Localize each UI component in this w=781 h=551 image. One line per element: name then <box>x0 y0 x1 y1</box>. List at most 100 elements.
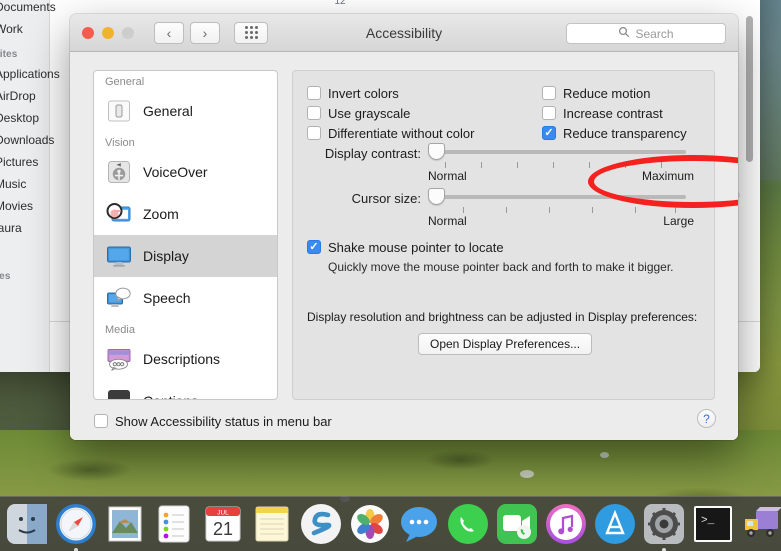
finder-sidebar-label: Applications <box>0 67 60 81</box>
checkbox-label: Reduce transparency <box>563 125 687 141</box>
slider-track[interactable] <box>436 195 686 199</box>
finder-sidebar-label: Pictures <box>0 155 39 169</box>
zoom-button[interactable] <box>122 26 134 39</box>
dock-item-messages[interactable] <box>398 503 440 545</box>
dock-item-facetime[interactable] <box>496 503 538 545</box>
window-bottom-bar: Show Accessibility status in menu bar ? <box>70 402 738 440</box>
dock[interactable]: JUL 21 >_ <box>0 496 781 551</box>
dock-item-safari[interactable] <box>55 503 97 551</box>
window-titlebar[interactable]: ‹ › Accessibility Search <box>70 14 738 52</box>
checkbox-box[interactable] <box>94 414 108 428</box>
open-display-preferences-button[interactable]: Open Display Preferences... <box>418 333 593 355</box>
dock-item-photos[interactable] <box>349 503 391 545</box>
dock-item-transmit[interactable] <box>741 503 781 545</box>
checkbox-use-grayscale[interactable]: Use grayscale <box>307 103 474 123</box>
finder-sidebar-item-music[interactable]: Music <box>0 173 49 195</box>
slider-track[interactable] <box>436 150 686 154</box>
sidebar-group-general: General <box>105 76 145 88</box>
checkbox-box[interactable] <box>542 106 556 120</box>
back-button[interactable]: ‹ <box>154 21 184 44</box>
finder-sidebar-item-applications[interactable]: Applications <box>0 63 60 85</box>
slider-thumb[interactable] <box>428 143 445 160</box>
checkbox-box[interactable] <box>542 126 556 140</box>
finder-sidebar-label: Desktop <box>0 111 40 125</box>
sidebar-item-label: VoiceOver <box>143 164 208 180</box>
finder-sidebar-item-documents[interactable]: Documents <box>0 0 56 18</box>
forward-button[interactable]: › <box>190 21 220 44</box>
slider-thumb[interactable] <box>428 188 445 205</box>
slider-display-contrast[interactable]: Display contrast: Normal Maximum <box>301 143 694 189</box>
finder-sidebar-label: Work <box>0 22 23 36</box>
sidebar-item-speech[interactable]: Speech <box>94 277 277 319</box>
accessibility-feature-list[interactable]: General General Vision VoiceOver Zoom Di… <box>93 70 278 400</box>
dock-item-terminal[interactable]: >_ <box>692 503 734 545</box>
dock-item-calendar[interactable]: JUL 21 <box>202 503 244 545</box>
checkbox-label: Differentiate without color <box>328 125 475 141</box>
slider-max-label: Maximum <box>641 169 694 183</box>
finder-sidebar-item-downloads[interactable]: Downloads <box>0 129 54 151</box>
checkbox-reduce-motion[interactable]: Reduce motion <box>542 83 687 103</box>
sidebar-item-general[interactable]: General <box>94 90 277 132</box>
slider-label: Cursor size: <box>351 191 421 206</box>
svg-text:>_: >_ <box>701 515 715 527</box>
calendar-month: JUL <box>217 510 229 517</box>
finder-file-meta: 12 <box>334 0 346 7</box>
help-button[interactable]: ? <box>697 409 716 428</box>
slider-cursor-size[interactable]: Cursor size: Normal Large <box>301 188 694 234</box>
navigation-buttons: ‹ › <box>154 21 220 44</box>
sidebar-item-descriptions[interactable]: Descriptions <box>94 338 277 380</box>
display-settings-pane: Invert colors Use grayscale Differentiat… <box>292 70 715 400</box>
finder-sidebar-item-desktop[interactable]: Desktop <box>0 107 49 129</box>
dock-item-app-store[interactable] <box>594 503 636 545</box>
traffic-lights <box>82 26 134 39</box>
wallpaper-rock <box>600 452 609 458</box>
checkbox-shake-mouse-pointer[interactable]: Shake mouse pointer to locate <box>307 237 674 257</box>
sidebar-item-captions[interactable]: Captions <box>94 380 277 399</box>
checkbox-differentiate-without-color[interactable]: Differentiate without color <box>307 123 474 143</box>
dock-item-reminders[interactable] <box>153 503 195 545</box>
finder-sidebar-item-airdrop[interactable]: AirDrop <box>0 85 49 107</box>
dock-item-sublime[interactable] <box>300 503 342 545</box>
finder-sidebar-item-pictures[interactable]: Pictures <box>0 151 49 173</box>
checkbox-box[interactable] <box>307 126 321 140</box>
finder-sidebar-label: laura <box>0 221 22 235</box>
checkbox-label: Shake mouse pointer to locate <box>328 239 504 255</box>
dock-item-notes[interactable] <box>251 503 293 545</box>
show-all-button[interactable] <box>234 21 268 44</box>
checkbox-increase-contrast[interactable]: Increase contrast <box>542 103 687 123</box>
finder-sidebar-item-movies[interactable]: Movies <box>0 195 49 217</box>
finder-sidebar-item-work[interactable]: Work <box>0 18 49 40</box>
sidebar-item-voiceover[interactable]: VoiceOver <box>94 151 277 193</box>
minimize-button[interactable] <box>102 26 114 39</box>
sidebar-item-label: Display <box>143 248 189 264</box>
shake-pointer-description: Quickly move the mouse pointer back and … <box>328 260 674 274</box>
dock-item-whatsapp[interactable] <box>447 503 489 545</box>
checkbox-invert-colors[interactable]: Invert colors <box>307 83 474 103</box>
slider-ticks <box>428 162 694 169</box>
checkbox-box[interactable] <box>307 240 321 254</box>
finder-sidebar-label: Movies <box>0 199 34 213</box>
dock-item-mail[interactable] <box>104 503 146 545</box>
checkbox-box[interactable] <box>307 106 321 120</box>
finder-scrollbar[interactable] <box>746 16 753 162</box>
checkbox-box[interactable] <box>307 86 321 100</box>
accessibility-preferences-window[interactable]: ‹ › Accessibility Search General General… <box>70 14 738 440</box>
checkbox-box[interactable] <box>542 86 556 100</box>
finder-sidebar-group-tags: Tags <box>0 239 49 262</box>
dock-item-itunes[interactable] <box>545 503 587 545</box>
checkbox-reduce-transparency[interactable]: Reduce transparency <box>542 123 687 143</box>
finder-sidebar-label: Downloads <box>0 133 55 147</box>
captions-icon <box>105 387 133 399</box>
checkbox-show-accessibility-status[interactable]: Show Accessibility status in menu bar <box>94 411 332 431</box>
slider-min-label: Normal <box>428 169 467 183</box>
search-input[interactable]: Search <box>566 23 726 44</box>
sidebar-item-zoom[interactable]: Zoom <box>94 193 277 235</box>
dock-item-system-preferences[interactable] <box>643 503 685 551</box>
close-button[interactable] <box>82 26 94 39</box>
sidebar-item-display[interactable]: Display <box>94 235 277 277</box>
dock-item-finder[interactable] <box>6 503 48 545</box>
finder-sidebar-item-home[interactable]: laura <box>0 217 49 239</box>
slider-min-label: Normal <box>428 214 467 228</box>
finder-sidebar[interactable]: Documents Work Favorites Applications <box>0 0 60 372</box>
finder-sidebar-group-devices: Devices <box>0 271 11 282</box>
